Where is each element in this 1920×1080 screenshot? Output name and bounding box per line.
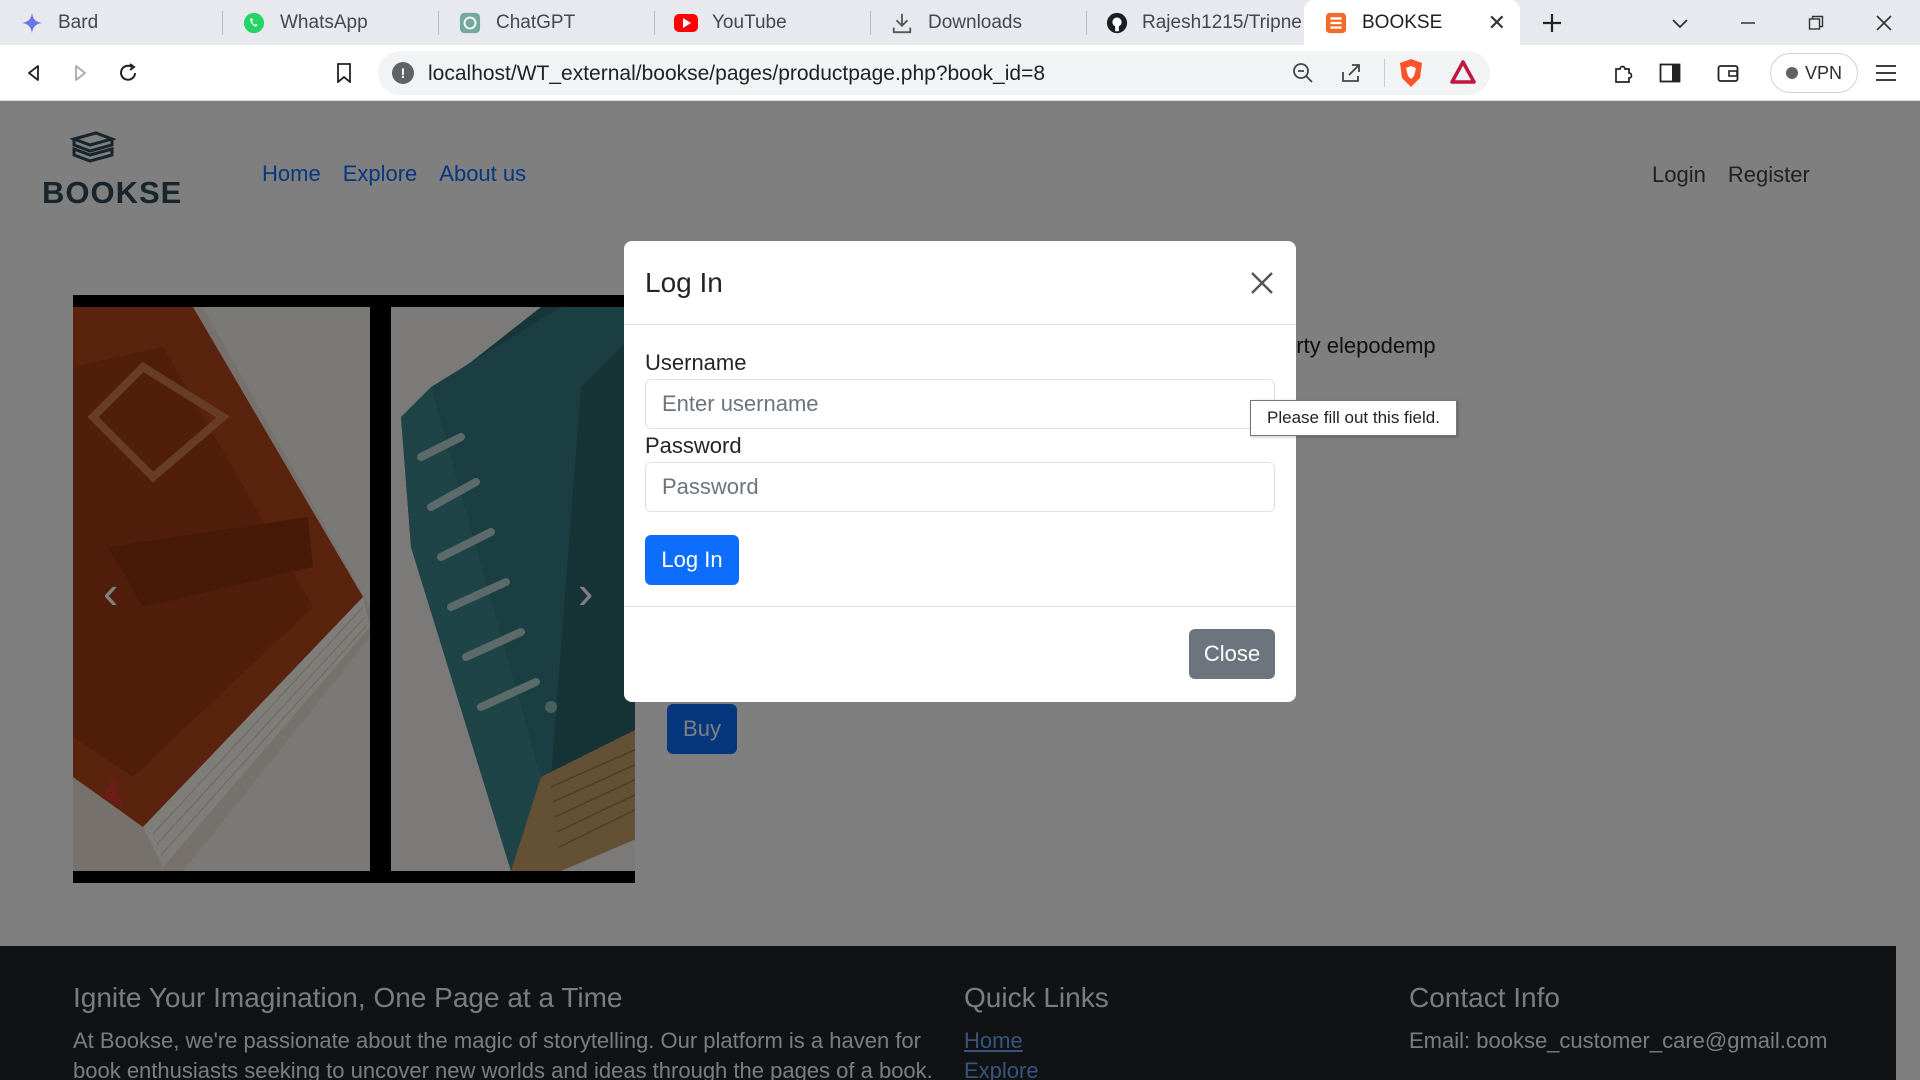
login-modal: Log In Username Password Log In Close	[624, 241, 1296, 702]
tab-label: Bard	[58, 11, 99, 33]
password-input[interactable]	[645, 462, 1275, 512]
zoom-icon[interactable]	[1292, 62, 1314, 89]
vpn-status-icon	[1785, 67, 1798, 79]
url-text: localhost/WT_external/bookse/pages/produ…	[428, 62, 1046, 85]
reload-icon[interactable]	[108, 53, 148, 93]
validation-tooltip: Please fill out this field.	[1250, 400, 1457, 436]
bookse-favicon-icon	[1324, 11, 1348, 35]
tab-label: Downloads	[928, 11, 1022, 33]
bookmark-icon[interactable]	[324, 53, 364, 93]
browser-tab-bar: Bard WhatsApp ChatGPT YouTube Downloads …	[0, 0, 1920, 45]
username-label: Username	[645, 350, 747, 375]
bard-sparkle-icon	[20, 11, 44, 35]
modal-title: Log In	[645, 267, 723, 298]
modal-footer: Close	[624, 606, 1296, 702]
tab-whatsapp[interactable]: WhatsApp	[222, 0, 438, 45]
tab-label: WhatsApp	[280, 11, 368, 33]
tab-bard[interactable]: Bard	[0, 0, 222, 45]
sidebar-toggle-icon[interactable]	[1650, 53, 1690, 93]
tab-search-chevron-icon[interactable]	[1652, 0, 1708, 45]
close-window-icon[interactable]	[1856, 0, 1912, 45]
chatgpt-icon	[458, 11, 482, 35]
back-icon[interactable]	[14, 53, 54, 93]
new-tab-icon[interactable]	[1536, 7, 1568, 39]
github-icon	[1106, 11, 1128, 35]
browser-toolbar: ! localhost/WT_external/bookse/pages/pro…	[0, 45, 1920, 101]
password-label: Password	[645, 433, 742, 458]
download-icon	[890, 11, 914, 35]
close-icon[interactable]	[1246, 267, 1278, 299]
share-icon[interactable]	[1340, 62, 1362, 89]
close-button[interactable]: Close	[1189, 629, 1275, 679]
modal-header: Log In	[624, 241, 1296, 325]
wallet-icon[interactable]	[1708, 53, 1748, 93]
brave-rewards-icon[interactable]	[1450, 60, 1476, 89]
address-bar[interactable]: ! localhost/WT_external/bookse/pages/pro…	[378, 51, 1490, 95]
tab-label: BOOKSE	[1362, 11, 1443, 33]
forward-icon[interactable]	[60, 53, 100, 93]
tab-label: Rajesh1215/Tripnest	[1142, 11, 1302, 33]
tab-github[interactable]: Rajesh1215/Tripnest	[1086, 0, 1302, 45]
tab-label: ChatGPT	[496, 11, 576, 33]
tab-bookse[interactable]: BOOKSE ✕	[1304, 0, 1520, 45]
tab-youtube[interactable]: YouTube	[654, 0, 870, 45]
tab-downloads[interactable]: Downloads	[870, 0, 1086, 45]
brave-shield-icon[interactable]	[1398, 58, 1424, 93]
close-tab-icon[interactable]: ✕	[1488, 10, 1506, 36]
vpn-label: VPN	[1804, 62, 1842, 83]
youtube-icon	[674, 11, 698, 35]
web-page: BOOKSE Home Explore About us Login Regis…	[0, 101, 1920, 1080]
login-submit-button[interactable]: Log In	[645, 535, 739, 585]
restore-icon[interactable]	[1788, 0, 1844, 45]
site-info-icon[interactable]: !	[392, 62, 414, 84]
whatsapp-icon	[242, 11, 266, 35]
username-input[interactable]	[645, 379, 1275, 429]
extensions-icon[interactable]	[1603, 53, 1643, 93]
tab-chatgpt[interactable]: ChatGPT	[438, 0, 654, 45]
minimize-icon[interactable]	[1720, 0, 1776, 45]
menu-icon[interactable]	[1866, 53, 1906, 93]
tab-label: YouTube	[712, 11, 787, 33]
vpn-button[interactable]: VPN	[1770, 53, 1858, 93]
